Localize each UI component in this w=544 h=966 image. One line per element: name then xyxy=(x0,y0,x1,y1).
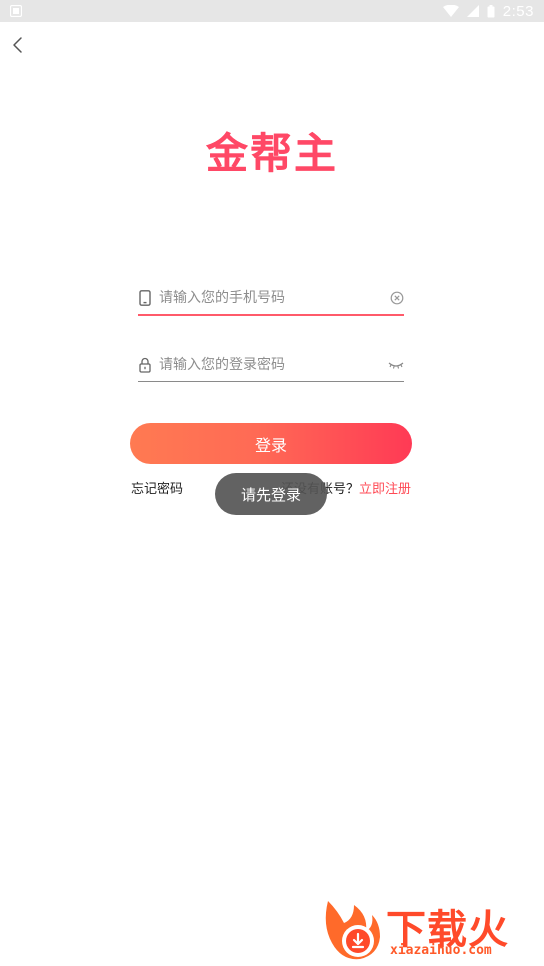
register-link[interactable]: 立即注册 xyxy=(359,482,411,497)
watermark-domain: xiazaihuo.com xyxy=(390,943,492,958)
brand-logo: 金帮主 xyxy=(0,120,544,181)
clear-icon[interactable] xyxy=(390,291,404,305)
login-button[interactable]: 登录 xyxy=(130,423,412,464)
signal-icon xyxy=(466,5,479,17)
flame-logo-icon xyxy=(325,901,380,960)
password-field xyxy=(138,351,404,382)
watermark: 下载火 xiazaihuo.com xyxy=(320,895,540,965)
phone-icon xyxy=(139,290,151,306)
password-input[interactable] xyxy=(159,353,374,377)
forgot-password-link[interactable]: 忘记密码 xyxy=(131,478,183,497)
status-right: 2:53 xyxy=(442,0,534,22)
status-time: 2:53 xyxy=(502,2,534,20)
status-bar: 2:53 xyxy=(0,0,544,22)
chevron-left-icon[interactable] xyxy=(8,34,30,56)
toast-message: 请先登录 xyxy=(215,473,327,515)
wifi-icon xyxy=(442,5,459,17)
eye-closed-icon[interactable] xyxy=(388,360,404,370)
battery-icon xyxy=(487,4,495,17)
notification-icon xyxy=(10,5,22,17)
phone-input[interactable] xyxy=(159,286,374,310)
lock-icon xyxy=(139,357,151,373)
phone-field xyxy=(138,284,404,316)
